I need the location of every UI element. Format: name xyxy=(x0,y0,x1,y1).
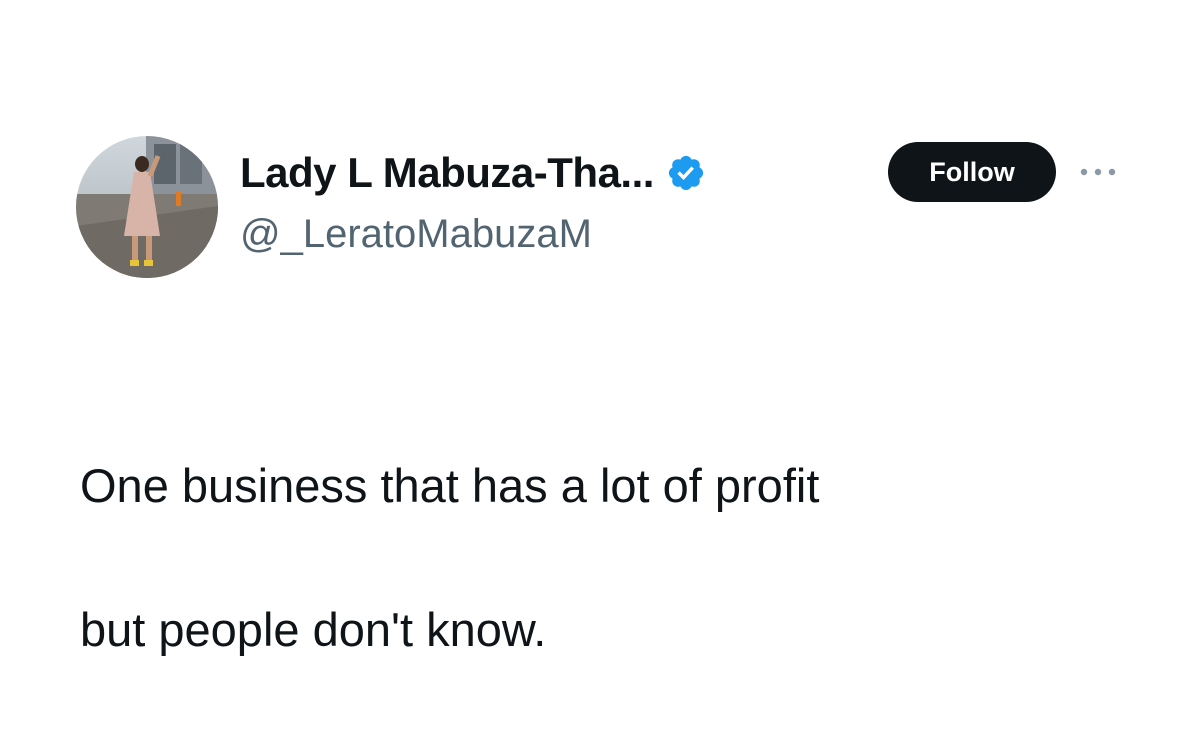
author-name-row: Lady L Mabuza-Tha... xyxy=(240,143,706,203)
follow-button[interactable]: Follow xyxy=(888,142,1056,202)
avatar[interactable] xyxy=(76,136,218,278)
profile-photo-icon xyxy=(76,136,218,278)
more-horizontal-icon[interactable] xyxy=(1076,164,1120,180)
verified-badge-icon xyxy=(666,153,706,193)
tweet-text-line-2: but people don't know. xyxy=(80,603,547,656)
tweet-text: One business that has a lot of profit bu… xyxy=(80,378,1120,738)
display-name[interactable]: Lady L Mabuza-Tha... xyxy=(240,149,654,197)
tweet-text-line-1: One business that has a lot of profit xyxy=(80,459,820,512)
user-handle[interactable]: @_LeratoMabuzaM xyxy=(240,212,592,257)
tweet-card: Lady L Mabuza-Tha... Follow @_LeratoMabu… xyxy=(0,0,1198,656)
